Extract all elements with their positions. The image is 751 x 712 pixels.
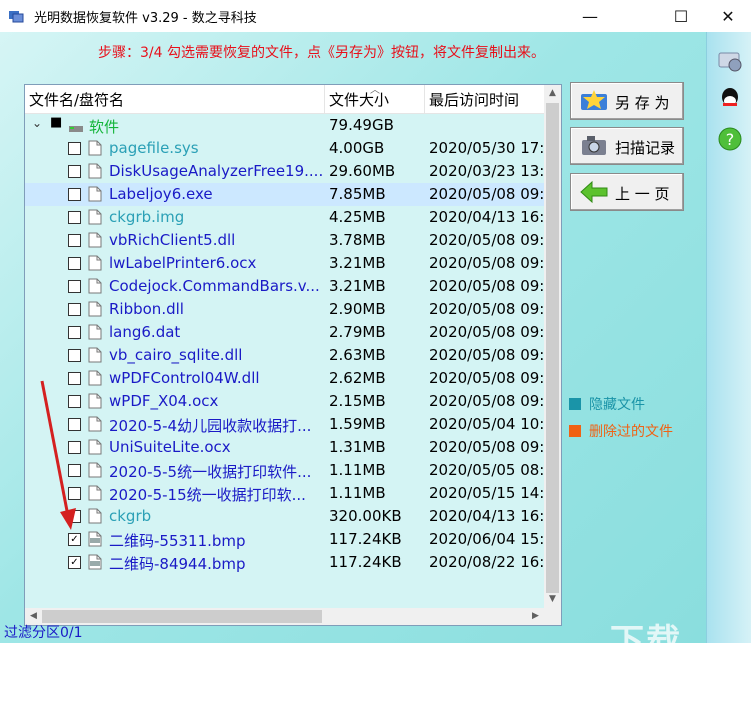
file-size: 4.00GB [329, 139, 385, 157]
file-date: 2020/05/05 08: [429, 461, 545, 479]
horizontal-scrollbar[interactable]: ◀ ▶ [25, 608, 561, 625]
window-title: 光明数据恢复软件 v3.29 - 数之寻科技 [34, 11, 257, 26]
file-size: 1.31MB [329, 438, 386, 456]
root-name: 软件 [89, 118, 120, 136]
horizontal-scroll-thumb[interactable] [42, 610, 322, 623]
file-name: UniSuiteLite.ocx [109, 438, 231, 456]
close-button[interactable]: ✕ [705, 0, 751, 32]
file-name: ckgrb.img [109, 208, 185, 226]
file-date: 2020/05/08 09: [429, 254, 545, 272]
file-size: 7.85MB [329, 185, 386, 203]
qq-icon[interactable] [717, 86, 743, 112]
file-name: vb_cairo_sqlite.dll [109, 346, 243, 364]
watermark-url: www.xiazaiba.com [682, 660, 751, 670]
legend-deleted-label: 删除过的文件 [589, 424, 673, 440]
file-date: 2020/05/08 09: [429, 323, 545, 341]
scroll-right-icon[interactable]: ▶ [527, 608, 544, 625]
minimize-button[interactable]: — [567, 0, 613, 32]
file-size: 29.60MB [329, 162, 396, 180]
file-name: Codejock.CommandBars.v... [109, 277, 320, 295]
file-name: 二维码-84944.bmp [109, 555, 246, 573]
hidden-swatch [569, 398, 581, 410]
file-name: lwLabelPrinter6.ocx [109, 254, 257, 272]
file-name: DiskUsageAnalyzerFree19.... [109, 162, 324, 180]
file-date: 2020/05/04 10: [429, 415, 545, 433]
status-text: 过滤分区0/1 [4, 625, 83, 641]
file-name: ckgrb [109, 507, 152, 525]
legend-hidden-files: 隐藏文件 [569, 394, 645, 414]
file-size: 2.90MB [329, 300, 386, 318]
right-toolbar [706, 32, 751, 643]
file-date: 2020/04/13 16:2 [429, 507, 554, 525]
file-date: 2020/03/23 13:1 [429, 162, 554, 180]
file-name: 2020-5-15统一收据打印软... [109, 486, 306, 504]
file-size: 117.24KB [329, 530, 402, 548]
settings-icon[interactable] [717, 47, 743, 73]
file-name: wPDF_X04.ocx [109, 392, 219, 410]
vertical-scrollbar[interactable]: ▲ ▼ [544, 85, 561, 608]
file-date: 2020/05/08 09: [429, 231, 545, 249]
file-size: 3.21MB [329, 254, 386, 272]
file-size: 2.62MB [329, 369, 386, 387]
scan-log-label: 扫描记录 [615, 139, 676, 157]
file-name: Labeljoy6.exe [109, 185, 213, 203]
legend-hidden-label: 隐藏文件 [589, 397, 645, 413]
file-name: Ribbon.dll [109, 300, 184, 318]
file-name: wPDFControl04W.dll [109, 369, 260, 387]
save-as-button[interactable]: 另 存 为 [570, 82, 684, 120]
deleted-swatch [569, 425, 581, 437]
help-icon[interactable]: ? [717, 126, 743, 152]
file-name: vbRichClient5.dll [109, 231, 236, 249]
column-size[interactable]: 文件大小 [329, 89, 389, 110]
file-date: 2020/04/13 16:2 [429, 208, 554, 226]
save-as-label: 另 存 为 [615, 94, 670, 112]
column-date[interactable]: 最后访问时间 [429, 89, 519, 110]
file-date: 2020/08/22 16:2 [429, 553, 554, 571]
file-name: 2020-5-4幼儿园收款收据打... [109, 417, 312, 435]
scan-log-button[interactable]: 扫描记录 [570, 127, 684, 165]
file-size: 3.78MB [329, 231, 386, 249]
file-size: 1.59MB [329, 415, 386, 433]
file-date: 2020/05/08 09: [429, 300, 545, 318]
legend-deleted-files: 删除过的文件 [569, 421, 673, 441]
step-instruction: 步骤：3/4 勾选需要恢复的文件，点《另存为》按钮，将文件复制出来。 [98, 45, 545, 61]
file-name: pagefile.sys [109, 139, 199, 157]
app-icon [9, 11, 24, 23]
file-date: 2020/05/08 09: [429, 392, 545, 410]
prev-page-label: 上 一 页 [615, 185, 670, 203]
file-date: 2020/05/08 09: [429, 185, 545, 203]
file-date: 2020/05/08 09: [429, 438, 545, 456]
save-icon [581, 90, 607, 110]
file-size: 1.11MB [329, 461, 386, 479]
file-date: 2020/05/08 09: [429, 369, 545, 387]
scroll-down-icon[interactable]: ▼ [544, 591, 561, 608]
file-name: lang6.dat [109, 323, 181, 341]
main-panel: 步骤：3/4 勾选需要恢复的文件，点《另存为》按钮，将文件复制出来。 文件名/盘… [0, 32, 751, 711]
file-size: 2.79MB [329, 323, 386, 341]
vertical-scroll-thumb[interactable] [546, 103, 559, 593]
scroll-up-icon[interactable]: ▲ [544, 85, 561, 102]
file-size: 117.24KB [329, 553, 402, 571]
maximize-button[interactable]: ☐ [658, 0, 704, 32]
file-date: 2020/05/08 09: [429, 277, 545, 295]
annotation-arrow [40, 380, 76, 530]
root-size: 79.49GB [329, 116, 394, 134]
file-date: 2020/05/08 09: [429, 346, 545, 364]
file-size: 320.00KB [329, 507, 402, 525]
title-bar: 光明数据恢复软件 v3.29 - 数之寻科技 — ☐ ✕ [0, 0, 751, 32]
prev-page-button[interactable]: 上 一 页 [570, 173, 684, 211]
back-arrow-icon [580, 180, 608, 204]
file-name: 2020-5-5统一收据打印软件... [109, 463, 312, 481]
file-size: 3.21MB [329, 277, 386, 295]
file-date: 2020/06/04 15:2 [429, 530, 554, 548]
file-size: 1.11MB [329, 484, 386, 502]
file-size: 2.63MB [329, 346, 386, 364]
camera-icon [582, 136, 606, 155]
file-size: 2.15MB [329, 392, 386, 410]
svg-text:?: ? [726, 130, 735, 149]
file-size: 4.25MB [329, 208, 386, 226]
file-name: 二维码-55311.bmp [109, 532, 246, 550]
file-date: 2020/05/15 14: [429, 484, 545, 502]
file-date: 2020/05/30 17:2 [429, 139, 554, 157]
